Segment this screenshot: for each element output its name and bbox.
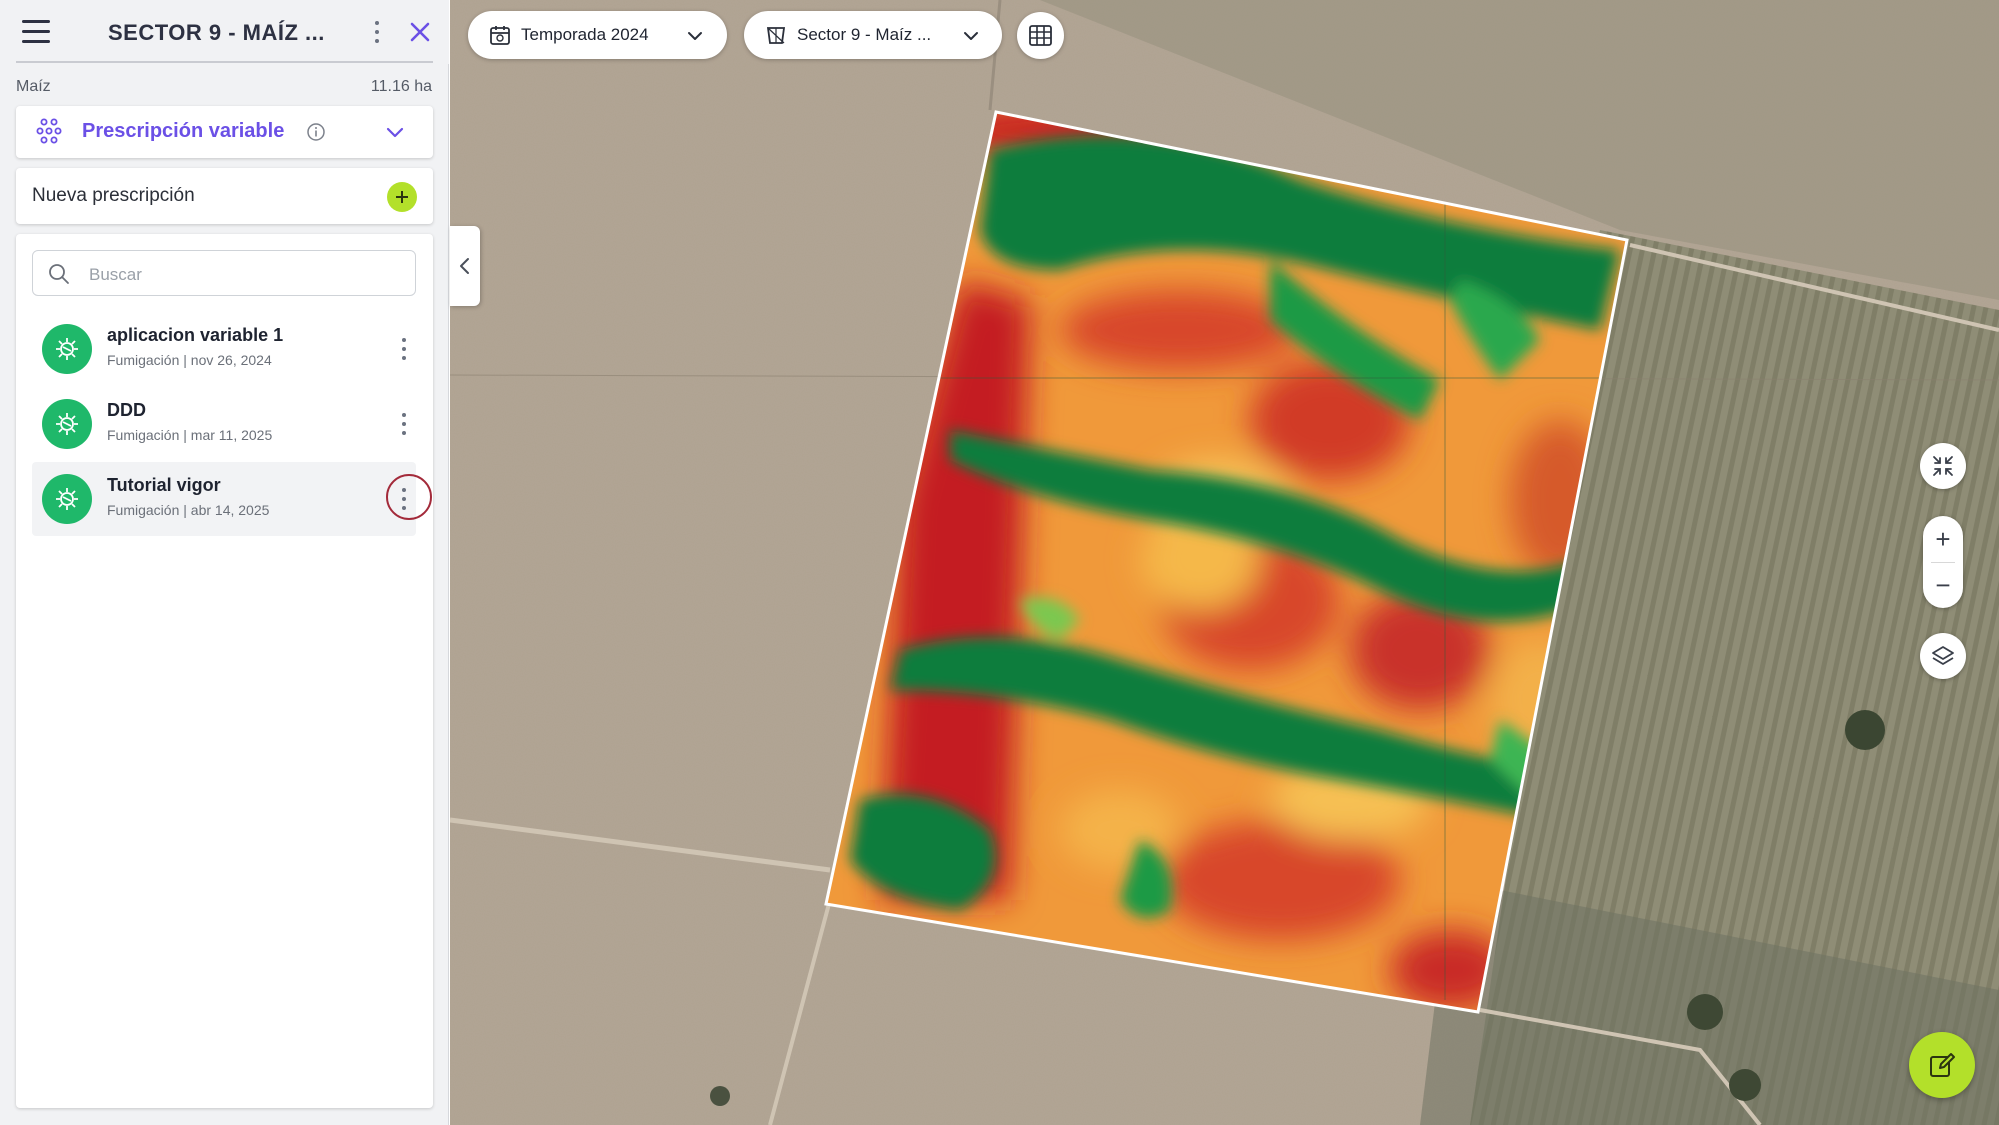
chevron-down-icon — [964, 32, 978, 40]
header-divider — [16, 61, 433, 63]
calendar-icon — [490, 26, 510, 45]
list-item-selected[interactable]: Tutorial vigor Fumigación | abr 14, 2025 — [32, 462, 432, 536]
item-more-icon[interactable] — [392, 332, 416, 366]
close-icon[interactable] — [405, 17, 435, 47]
mode-selector[interactable]: Prescripción variable — [16, 106, 433, 158]
list-item[interactable]: aplicacion variable 1 Fumigación | nov 2… — [32, 312, 416, 386]
item-more-icon[interactable] — [392, 482, 416, 516]
mode-label: Prescripción variable — [82, 120, 285, 142]
prescription-dots-icon — [36, 118, 62, 144]
field-map-icon — [766, 27, 786, 44]
fumigation-icon — [42, 474, 92, 524]
zoom-out-button[interactable]: − — [1923, 562, 1963, 608]
field-title: SECTOR 9 - MAÍZ ... — [108, 20, 325, 45]
edit-icon — [1930, 1053, 1955, 1077]
item-meta: Fumigación | nov 26, 2024 — [107, 352, 272, 368]
info-icon[interactable] — [306, 122, 326, 142]
chevron-down-icon — [688, 32, 702, 40]
fumigation-icon — [42, 399, 92, 449]
item-more-icon[interactable] — [392, 407, 416, 441]
add-icon[interactable] — [387, 182, 417, 212]
fit-extent-button[interactable] — [1920, 443, 1966, 489]
map-view[interactable] — [450, 0, 1999, 1125]
menu-icon[interactable] — [22, 20, 50, 44]
new-prescription-button[interactable]: Nueva prescripción — [16, 168, 433, 224]
season-label: Temporada 2024 — [521, 25, 649, 44]
sidebar: SECTOR 9 - MAÍZ ... Maíz 11.16 ha Prescr… — [0, 0, 449, 1125]
edit-button[interactable] — [1909, 1032, 1975, 1098]
item-name: Tutorial vigor — [107, 475, 221, 495]
layers-button[interactable] — [1920, 633, 1966, 679]
field-selector[interactable]: Sector 9 - Maíz ... — [744, 11, 1002, 59]
search-icon — [49, 264, 69, 284]
new-prescription-label: Nueva prescripción — [32, 185, 195, 206]
table-icon — [1029, 25, 1052, 46]
table-view-button[interactable] — [1017, 12, 1064, 59]
header-more-icon[interactable] — [365, 15, 389, 49]
layers-icon — [1932, 646, 1954, 665]
collapse-sidebar-button[interactable] — [450, 226, 480, 306]
season-selector[interactable]: Temporada 2024 — [468, 11, 727, 59]
crop-label: Maíz — [16, 78, 51, 95]
item-meta: Fumigación | mar 11, 2025 — [107, 427, 273, 443]
area-label: 11.16 ha — [370, 78, 432, 95]
sidebar-header: SECTOR 9 - MAÍZ ... — [0, 0, 449, 64]
chevron-left-icon — [460, 258, 469, 274]
fumigation-icon — [42, 324, 92, 374]
search-box[interactable] — [32, 250, 416, 296]
item-name: DDD — [107, 400, 146, 420]
chevron-down-icon — [386, 127, 404, 138]
prescription-list-panel: aplicacion variable 1 Fumigación | nov 2… — [16, 234, 433, 1108]
satellite-imagery — [450, 0, 1999, 1125]
search-input[interactable] — [87, 261, 401, 289]
item-name: aplicacion variable 1 — [107, 325, 284, 345]
list-item[interactable]: DDD Fumigación | mar 11, 2025 — [32, 387, 416, 461]
collapse-arrows-icon — [1933, 456, 1953, 476]
zoom-controls: + − — [1923, 516, 1963, 608]
zoom-in-button[interactable]: + — [1923, 516, 1963, 562]
item-meta: Fumigación | abr 14, 2025 — [107, 502, 270, 518]
field-label: Sector 9 - Maíz ... — [797, 25, 932, 44]
